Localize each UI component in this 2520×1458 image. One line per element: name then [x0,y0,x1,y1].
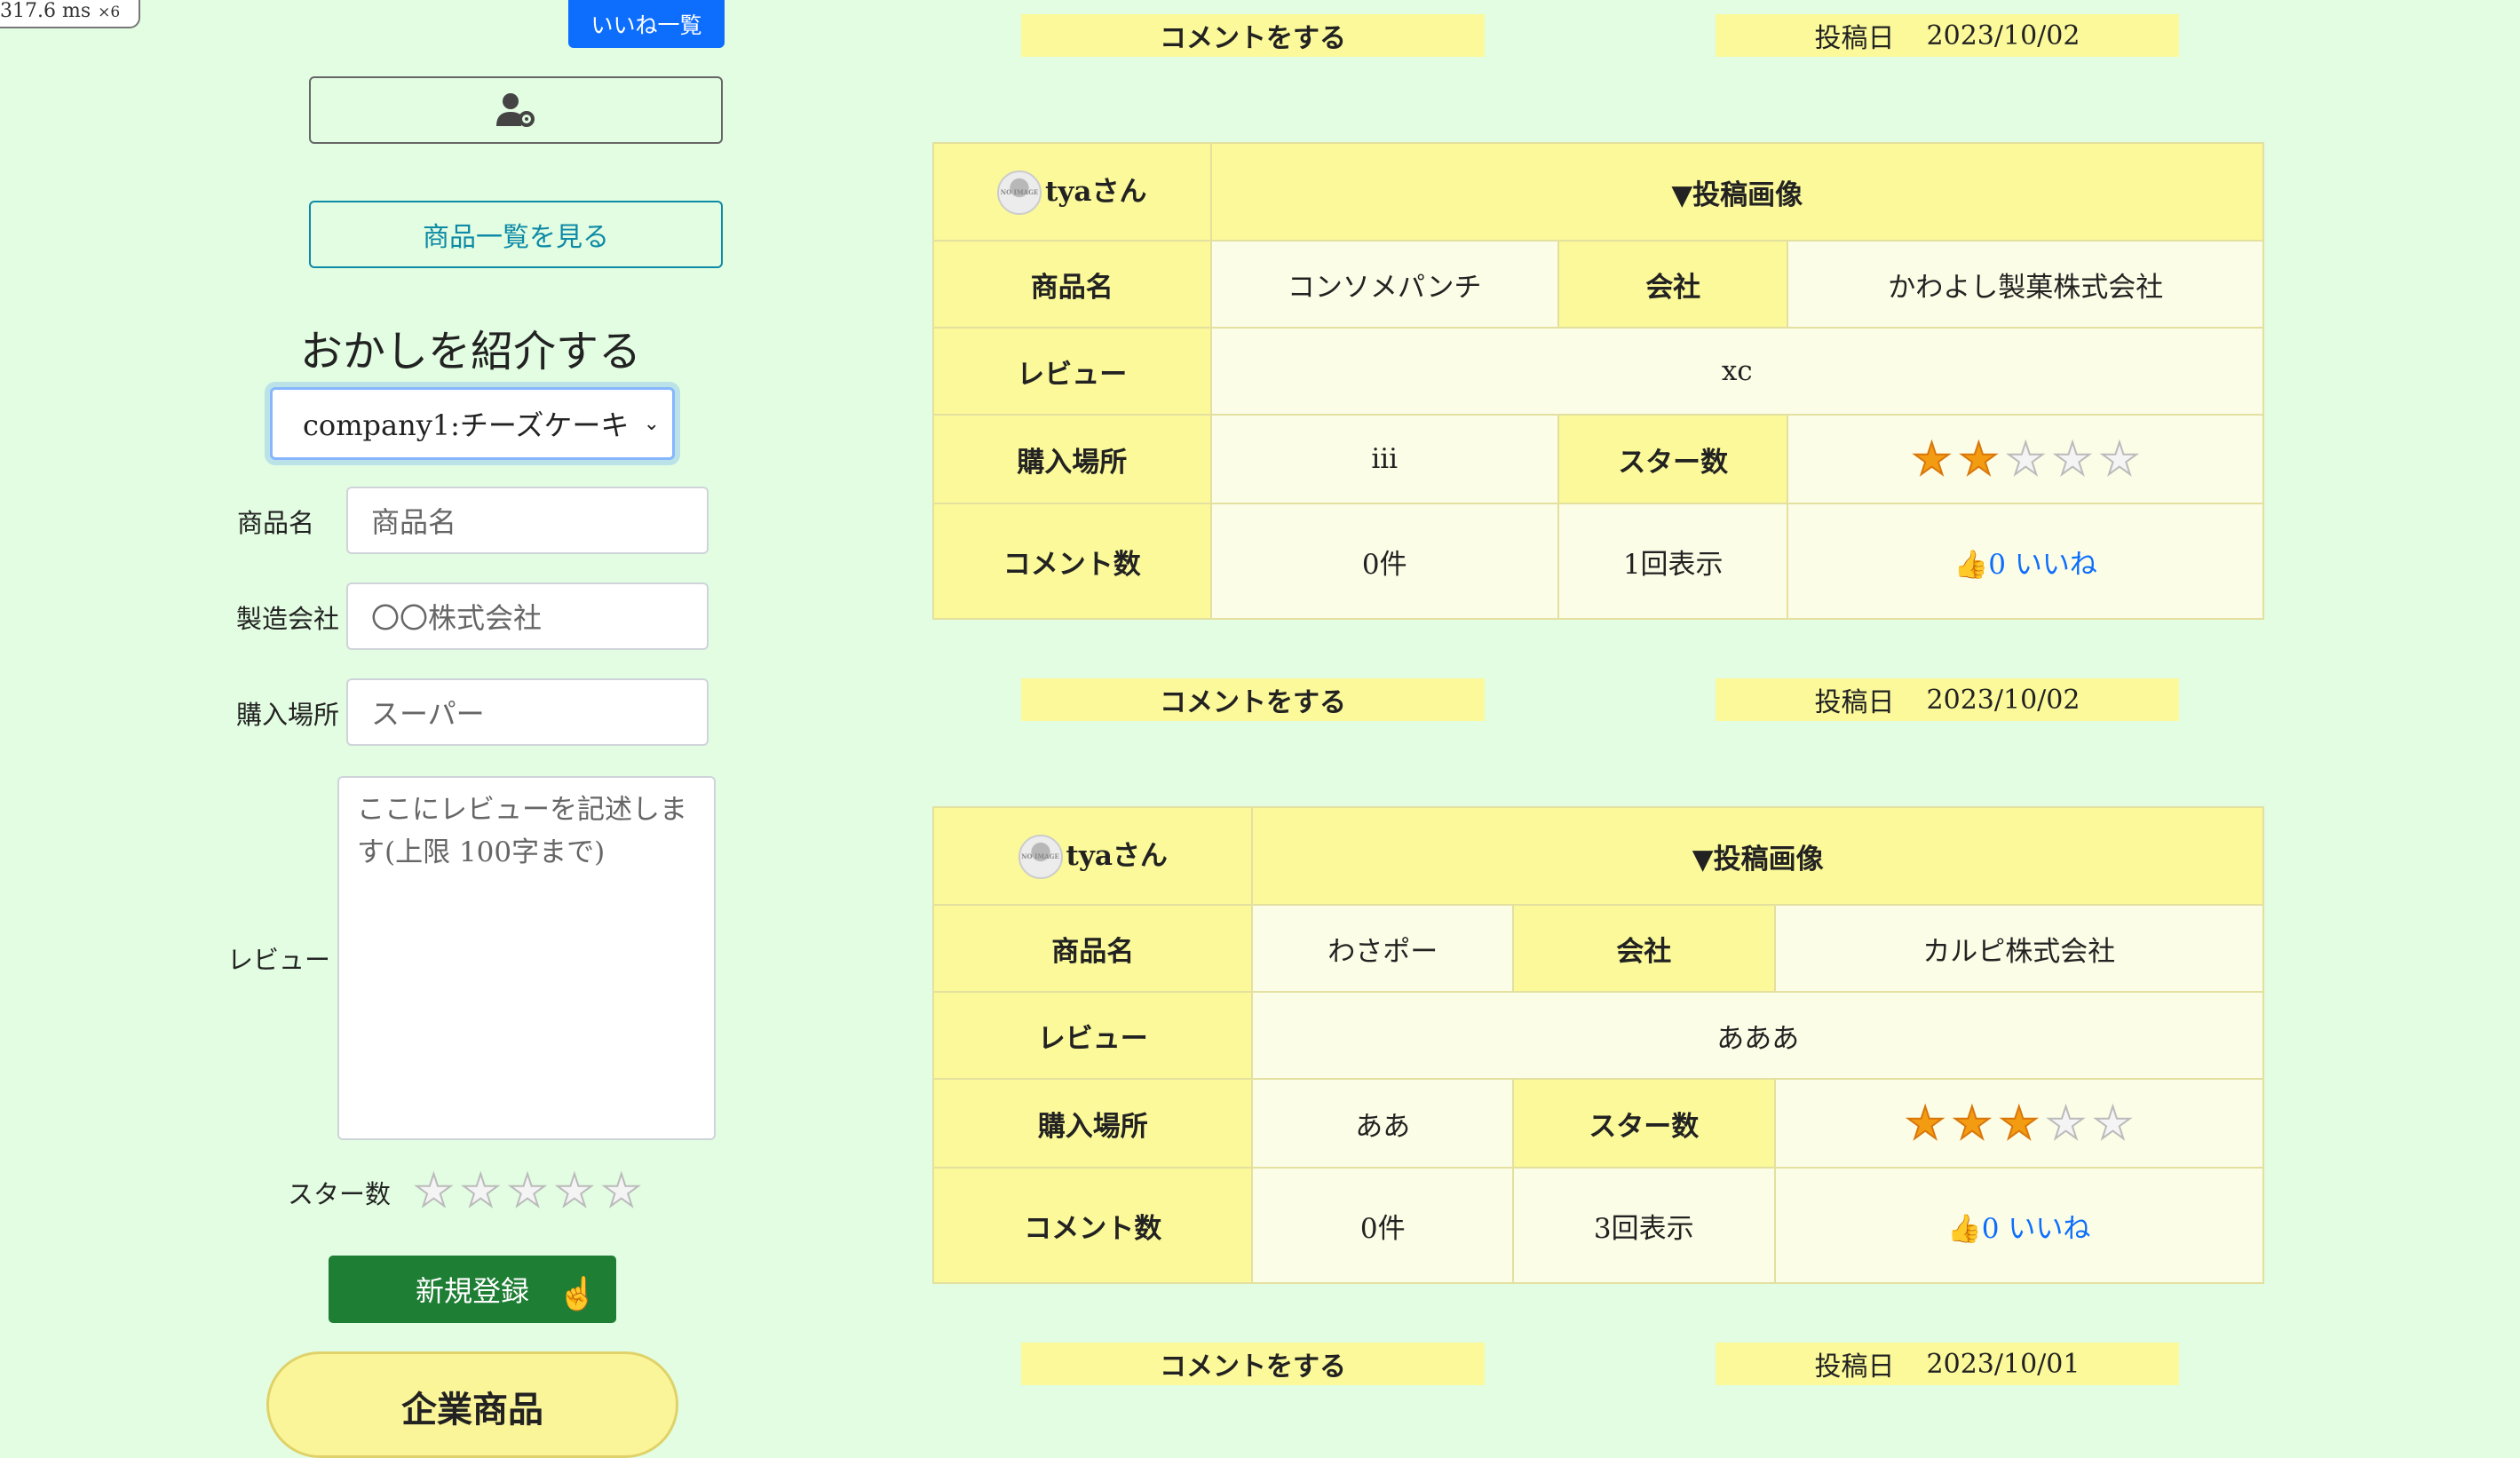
no-image-text: NO IMAGE [1021,852,1059,861]
star-icon: ★ [2045,1097,2087,1149]
product-name-value: コンソメパンチ [1209,240,1559,329]
company-header: 会社 [1557,240,1789,329]
stars-value: ★ ★ ★ ★ ★ [1787,414,2264,504]
posted-image-toggle[interactable]: ▼投稿画像 [1251,806,2264,906]
post-card: NO IMAGE tyaさん ▼投稿画像 商品名 コンソメパンチ 会社 かわよし製… [932,142,2265,620]
pointer-cursor-icon: ☝ [558,1276,598,1312]
star-icon: ★ [1905,1097,1946,1149]
company-product-select[interactable]: company1:チーズケーキ ⌄ [270,387,675,460]
star-icon: ★ [2092,1097,2134,1149]
stars-header: スター数 [1557,414,1789,504]
product-name-input[interactable]: 商品名 [346,487,709,554]
posted-image-toggle[interactable]: ▼投稿画像 [1209,142,2265,242]
like-count: 0 [1981,1212,2000,1245]
comment-count-value: 0件 [1251,1167,1514,1284]
company-input[interactable]: 〇〇株式会社 [346,582,709,650]
star-icon[interactable]: ★ [460,1168,502,1214]
star-icon: ★ [1998,1097,2040,1149]
like-label: いいね [2014,548,2097,581]
company-value: カルピ株式会社 [1773,904,2265,993]
chevron-down-icon: ⌄ [643,413,660,435]
post-card: NO IMAGE tyaさん ▼投稿画像 商品名 わさポー 会社 カルピ株式会社 … [931,806,2265,1284]
star-icon[interactable]: ★ [553,1168,595,1214]
product-name-header: 商品名 [931,904,1254,993]
review-header: レビュー [931,991,1254,1080]
like-button[interactable]: 👍0 いいね [1787,503,2264,620]
thumbs-up-icon: 👍 [1947,1212,1982,1245]
product-list-button[interactable]: 商品一覧を見る [309,201,723,268]
star-icon: ★ [1952,1097,1993,1149]
like-count: 0 [1988,548,2006,581]
stars-value: ★ ★ ★ ★ ★ [1773,1078,2265,1169]
star-icon: ★ [2098,433,2140,485]
comment-count-value: 0件 [1209,503,1559,620]
posted-date-label: 投稿日 [1814,23,1895,54]
star-icon[interactable]: ★ [507,1168,549,1214]
user-name: tyaさん [1045,175,1147,208]
comment-action[interactable]: コメントをする [1021,678,1485,721]
star-icon: ★ [2005,433,2047,485]
thumbs-up-icon: 👍 [1953,548,1989,581]
post-date: 投稿日 2023/10/01 [1716,1343,2179,1385]
review-label: レビュー [226,945,330,975]
review-textarea[interactable]: ここにレビューを記述します(上限 100字まで) [337,776,716,1140]
avatar: NO IMAGE [1018,835,1063,880]
product-name-header: 商品名 [932,240,1212,329]
user-name: tyaさん [1066,839,1168,872]
profile-settings-button[interactable] [309,76,723,144]
likes-list-button[interactable]: いいね一覧 [568,0,725,48]
comment-action[interactable]: コメントをする [1021,1343,1485,1385]
star-rating-display: ★ ★ ★ ★ ★ [1788,433,2262,485]
perf-badge: 317.6 ms ×6 [0,0,140,28]
review-value: xc [1209,327,2265,416]
user-gear-icon [496,93,535,127]
purchase-place-input[interactable]: スーパー [346,678,709,746]
place-header: 購入場所 [932,414,1212,504]
form-title: おかしを紹介する [299,327,641,376]
select-value: company1:チーズケーキ [303,408,630,442]
post-date: 投稿日 2023/10/02 [1716,14,2179,57]
perf-time: 317.6 ms [0,0,91,22]
category-pill[interactable]: 企業商品 [266,1351,678,1458]
post-date-value: 2023/10/02 [1926,20,2080,52]
comment-count-header: コメント数 [931,1167,1254,1284]
star-rating-display: ★ ★ ★ ★ ★ [1776,1097,2262,1149]
view-count: 1回表示 [1557,503,1789,620]
star-icon: ★ [1911,433,1953,485]
posted-date-label: 投稿日 [1814,687,1895,718]
avatar: NO IMAGE [997,170,1042,216]
star-icon[interactable]: ★ [413,1168,455,1214]
purchase-place-label: 購入場所 [235,700,339,730]
comment-action[interactable]: コメントをする [1021,14,1485,57]
post-user[interactable]: NO IMAGE tyaさん [931,806,1254,906]
star-rating-input[interactable]: ★ ★ ★ ★ ★ [413,1168,642,1214]
company-header: 会社 [1511,904,1776,993]
post-date-value: 2023/10/01 [1926,1348,2080,1380]
review-header: レビュー [932,327,1212,416]
stars-label: スター数 [287,1179,391,1209]
post-date: 投稿日 2023/10/02 [1716,678,2179,721]
company-value: かわよし製菓株式会社 [1787,240,2264,329]
star-icon: ★ [1958,433,2000,485]
product-name-value: わさポー [1251,904,1514,993]
view-count: 3回表示 [1511,1167,1776,1284]
place-header: 購入場所 [931,1078,1254,1169]
star-icon[interactable]: ★ [600,1168,642,1214]
company-label: 製造会社 [235,604,339,634]
review-value: あああ [1251,991,2264,1080]
comment-count-header: コメント数 [932,503,1212,620]
perf-multiplier: ×6 [98,4,121,21]
like-label: いいね [2008,1212,2091,1245]
place-value: ああ [1251,1078,1514,1169]
product-name-label: 商品名 [236,508,314,538]
star-icon: ★ [2052,433,2094,485]
like-button[interactable]: 👍0 いいね [1773,1167,2265,1284]
posted-date-label: 投稿日 [1814,1351,1895,1383]
place-value: iii [1209,414,1559,504]
post-user[interactable]: NO IMAGE tyaさん [932,142,1212,242]
no-image-text: NO IMAGE [1000,188,1039,197]
stars-header: スター数 [1511,1078,1776,1169]
post-date-value: 2023/10/02 [1926,684,2080,716]
